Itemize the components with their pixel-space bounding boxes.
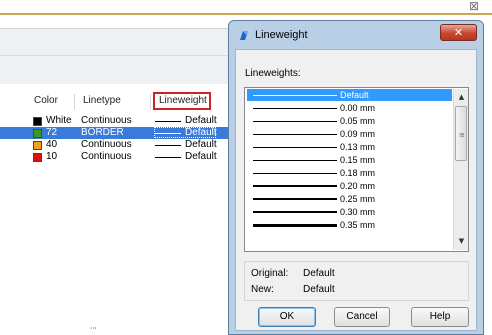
outer-close-icon[interactable]: ⊠	[464, 0, 484, 13]
lineweight-option[interactable]: 0.05 mm	[247, 115, 452, 127]
lineweight-option-label: 0.20 mm	[340, 181, 376, 191]
lineweight-option-label: 0.25 mm	[340, 194, 376, 204]
dialog-body: Lineweights: Default 0.00 mm 0.05 mm 0.09 m…	[235, 49, 477, 331]
lineweight-dialog: Lineweight ✕ Lineweights: Default 0.00 mm…	[228, 20, 484, 335]
background-toolbar	[0, 28, 245, 85]
lineweight-sample	[253, 198, 337, 200]
lineweight-option[interactable]: 0.00 mm	[247, 102, 452, 114]
lineweight-sample	[155, 157, 181, 158]
lineweight-option-label: 0.15 mm	[340, 155, 376, 165]
horizontal-scroll-grip[interactable]: '''	[90, 326, 97, 335]
linetype-cell[interactable]: Continuous	[81, 115, 132, 126]
lineweight-sample	[253, 185, 337, 187]
lineweight-option-label: Default	[340, 90, 369, 100]
lineweight-option-label: 0.05 mm	[340, 116, 376, 126]
table-row[interactable]: 40 Continuous Default	[0, 139, 245, 151]
dialog-titlebar[interactable]: Lineweight ✕	[229, 21, 483, 48]
chevron-up-icon[interactable]: ▲	[455, 90, 468, 104]
lineweight-cell[interactable]: Default	[185, 127, 217, 138]
lineweight-sample	[253, 120, 337, 122]
lineweight-sample	[253, 159, 337, 161]
grid-header: Color Linetype Lineweight	[0, 92, 245, 112]
lineweight-sample	[253, 94, 337, 96]
lineweight-option[interactable]: 0.20 mm	[247, 180, 452, 192]
lineweight-cell[interactable]: Default	[185, 139, 217, 150]
lineweight-option[interactable]: 0.18 mm	[247, 167, 452, 179]
lineweight-option[interactable]: 0.25 mm	[247, 193, 452, 205]
lineweight-sample	[253, 107, 337, 109]
list-scrollbar[interactable]: ▲ ≡ ▼	[453, 89, 468, 250]
lineweight-option-label: 0.09 mm	[340, 129, 376, 139]
lineweight-sample	[253, 146, 337, 148]
lineweight-sample	[253, 223, 337, 227]
new-value: Default	[303, 284, 335, 295]
color-name: 40	[46, 139, 58, 150]
lineweight-option[interactable]: Default	[247, 89, 452, 101]
lineweights-list[interactable]: Default 0.00 mm 0.05 mm 0.09 mm 0.13 mm 0.15 …	[244, 87, 469, 252]
original-value: Default	[303, 268, 335, 279]
color-swatch[interactable]	[33, 141, 42, 150]
linetype-cell[interactable]: BORDER	[81, 127, 124, 138]
lineweight-sample	[253, 172, 337, 174]
lineweight-sample	[253, 133, 337, 135]
color-swatch[interactable]	[33, 117, 42, 126]
table-row[interactable]: 10 Continuous Default	[0, 151, 245, 163]
lineweight-option-label: 0.30 mm	[340, 207, 376, 217]
table-row[interactable]: 72 BORDER Default	[0, 127, 245, 139]
window-top-border	[0, 13, 492, 15]
column-header-linetype[interactable]: Linetype	[83, 95, 121, 106]
new-label: New:	[251, 284, 274, 295]
lineweight-option-label: 0.35 mm	[340, 220, 376, 230]
lineweight-option[interactable]: 0.35 mm	[247, 219, 452, 231]
column-header-color[interactable]: Color	[34, 95, 58, 106]
layer-grid: Color Linetype Lineweight White Continuou…	[0, 84, 245, 334]
dialog-title: Lineweight	[255, 29, 308, 41]
lineweight-sample	[155, 121, 181, 122]
cancel-button[interactable]: Cancel	[334, 307, 390, 327]
lineweight-option[interactable]: 0.30 mm	[247, 206, 452, 218]
chevron-down-icon[interactable]: ▼	[455, 234, 468, 248]
color-swatch[interactable]	[33, 129, 42, 138]
color-swatch[interactable]	[33, 153, 42, 162]
color-name: White	[46, 115, 72, 126]
lineweight-option-label: 0.13 mm	[340, 142, 376, 152]
linetype-cell[interactable]: Continuous	[81, 151, 132, 162]
original-label: Original:	[251, 268, 289, 279]
lineweight-sample	[253, 210, 337, 214]
ok-button[interactable]: OK	[258, 307, 316, 327]
linetype-cell[interactable]: Continuous	[81, 139, 132, 150]
table-row[interactable]: White Continuous Default	[0, 115, 245, 127]
lineweight-option-label: 0.00 mm	[340, 103, 376, 113]
lineweight-sample	[155, 133, 181, 134]
lineweights-label: Lineweights:	[245, 68, 301, 79]
close-button[interactable]: ✕	[440, 24, 477, 41]
column-header-lineweight[interactable]: Lineweight	[159, 95, 207, 106]
lineweight-info: Original: Default New: Default	[244, 261, 469, 301]
lineweight-option[interactable]: 0.13 mm	[247, 141, 452, 153]
scroll-thumb[interactable]: ≡	[455, 106, 467, 161]
lineweight-option[interactable]: 0.15 mm	[247, 154, 452, 166]
lineweight-option-label: 0.18 mm	[340, 168, 376, 178]
lineweight-sample	[155, 145, 181, 146]
help-button[interactable]: Help	[411, 307, 469, 327]
lineweight-option[interactable]: 0.09 mm	[247, 128, 452, 140]
color-name: 72	[46, 127, 58, 138]
app-logo-icon	[240, 31, 248, 40]
lineweight-cell[interactable]: Default	[185, 115, 217, 126]
lineweight-cell[interactable]: Default	[185, 151, 217, 162]
color-name: 10	[46, 151, 58, 162]
